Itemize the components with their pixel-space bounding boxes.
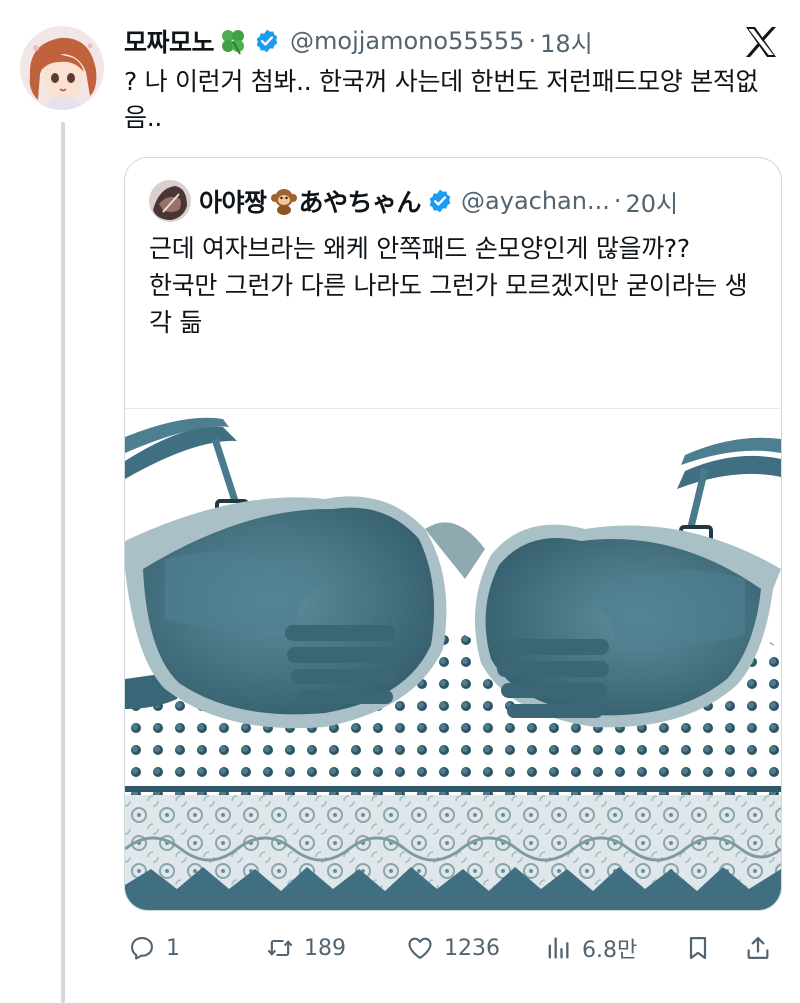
reply-icon [131, 937, 153, 960]
quoted-tweet-timestamp[interactable]: 20시 [626, 184, 679, 219]
quoted-tweet-card[interactable]: 아야짱 あやちゃん @ayachan... · 20시 근데 여자브라는 왜케 … [124, 157, 782, 911]
author-avatar-image [20, 26, 104, 110]
like-button[interactable]: 1236 [406, 928, 500, 968]
like-count: 1236 [444, 935, 500, 961]
monkey-icon [269, 186, 299, 216]
author-handle[interactable]: @mojjamono55555 [290, 27, 524, 55]
views-button[interactable]: 6.8만 [544, 928, 637, 968]
reply-button[interactable]: 1 [128, 928, 180, 968]
x-logo-icon[interactable] [744, 26, 778, 58]
analytics-icon [548, 937, 569, 959]
bra-product-photo [125, 409, 781, 910]
quoted-tweet-body: 근데 여자브라는 왜케 안쪽패드 손모양인게 많을까?? 한국만 그런가 다른 … [149, 230, 759, 341]
thread-connector-line [61, 122, 65, 1003]
quoted-text-paragraph-2: 한국만 그런가 다른 나라도 그런가 모르겠지만 굳이라는 생각 듦 [149, 271, 748, 337]
tweet-body-text: ? 나 이런거 첨봐.. 한국꺼 사는데 한번도 저런패드모양 본적없음.. [124, 67, 759, 132]
bookmark-icon [689, 936, 707, 960]
quoted-avatar-image [149, 180, 191, 222]
retweet-icon [267, 939, 293, 957]
author-avatar[interactable] [20, 26, 104, 110]
tweet-action-bar: 1 189 1236 6.8만 [124, 928, 780, 968]
share-icon [747, 936, 769, 960]
separator-dot: · [528, 27, 537, 55]
clover-icon [218, 26, 248, 56]
quoted-text-paragraph-1: 근데 여자브라는 왜케 안쪽패드 손모양인게 많을까?? [149, 234, 690, 263]
quoted-author-handle[interactable]: @ayachan... [461, 187, 610, 215]
reply-count: 1 [166, 935, 180, 961]
retweet-count: 189 [304, 935, 346, 961]
retweet-button[interactable]: 189 [266, 928, 346, 968]
bookmark-button[interactable] [684, 928, 712, 968]
quoted-author-display-name-jp[interactable]: あやちゃん [299, 183, 422, 219]
quoted-author-avatar[interactable] [149, 180, 191, 222]
quoted-tweet-image[interactable] [125, 408, 781, 910]
tweet-header: 모짜모노 @mojjamono55555 · 18시 [124, 24, 593, 58]
quoted-author-display-name[interactable]: 아야짱 [199, 183, 267, 219]
tweet-timestamp[interactable]: 18시 [540, 24, 593, 59]
verified-badge-icon[interactable] [254, 28, 280, 54]
view-count: 6.8만 [582, 938, 638, 963]
author-display-name[interactable]: 모짜모노 [124, 23, 215, 59]
heart-icon [408, 937, 432, 959]
quoted-tweet-header: 아야짱 あやちゃん @ayachan... · 20시 [149, 180, 678, 222]
quoted-separator-dot: · [613, 187, 622, 215]
quoted-verified-badge-icon[interactable] [427, 188, 453, 214]
share-button[interactable] [744, 928, 772, 968]
